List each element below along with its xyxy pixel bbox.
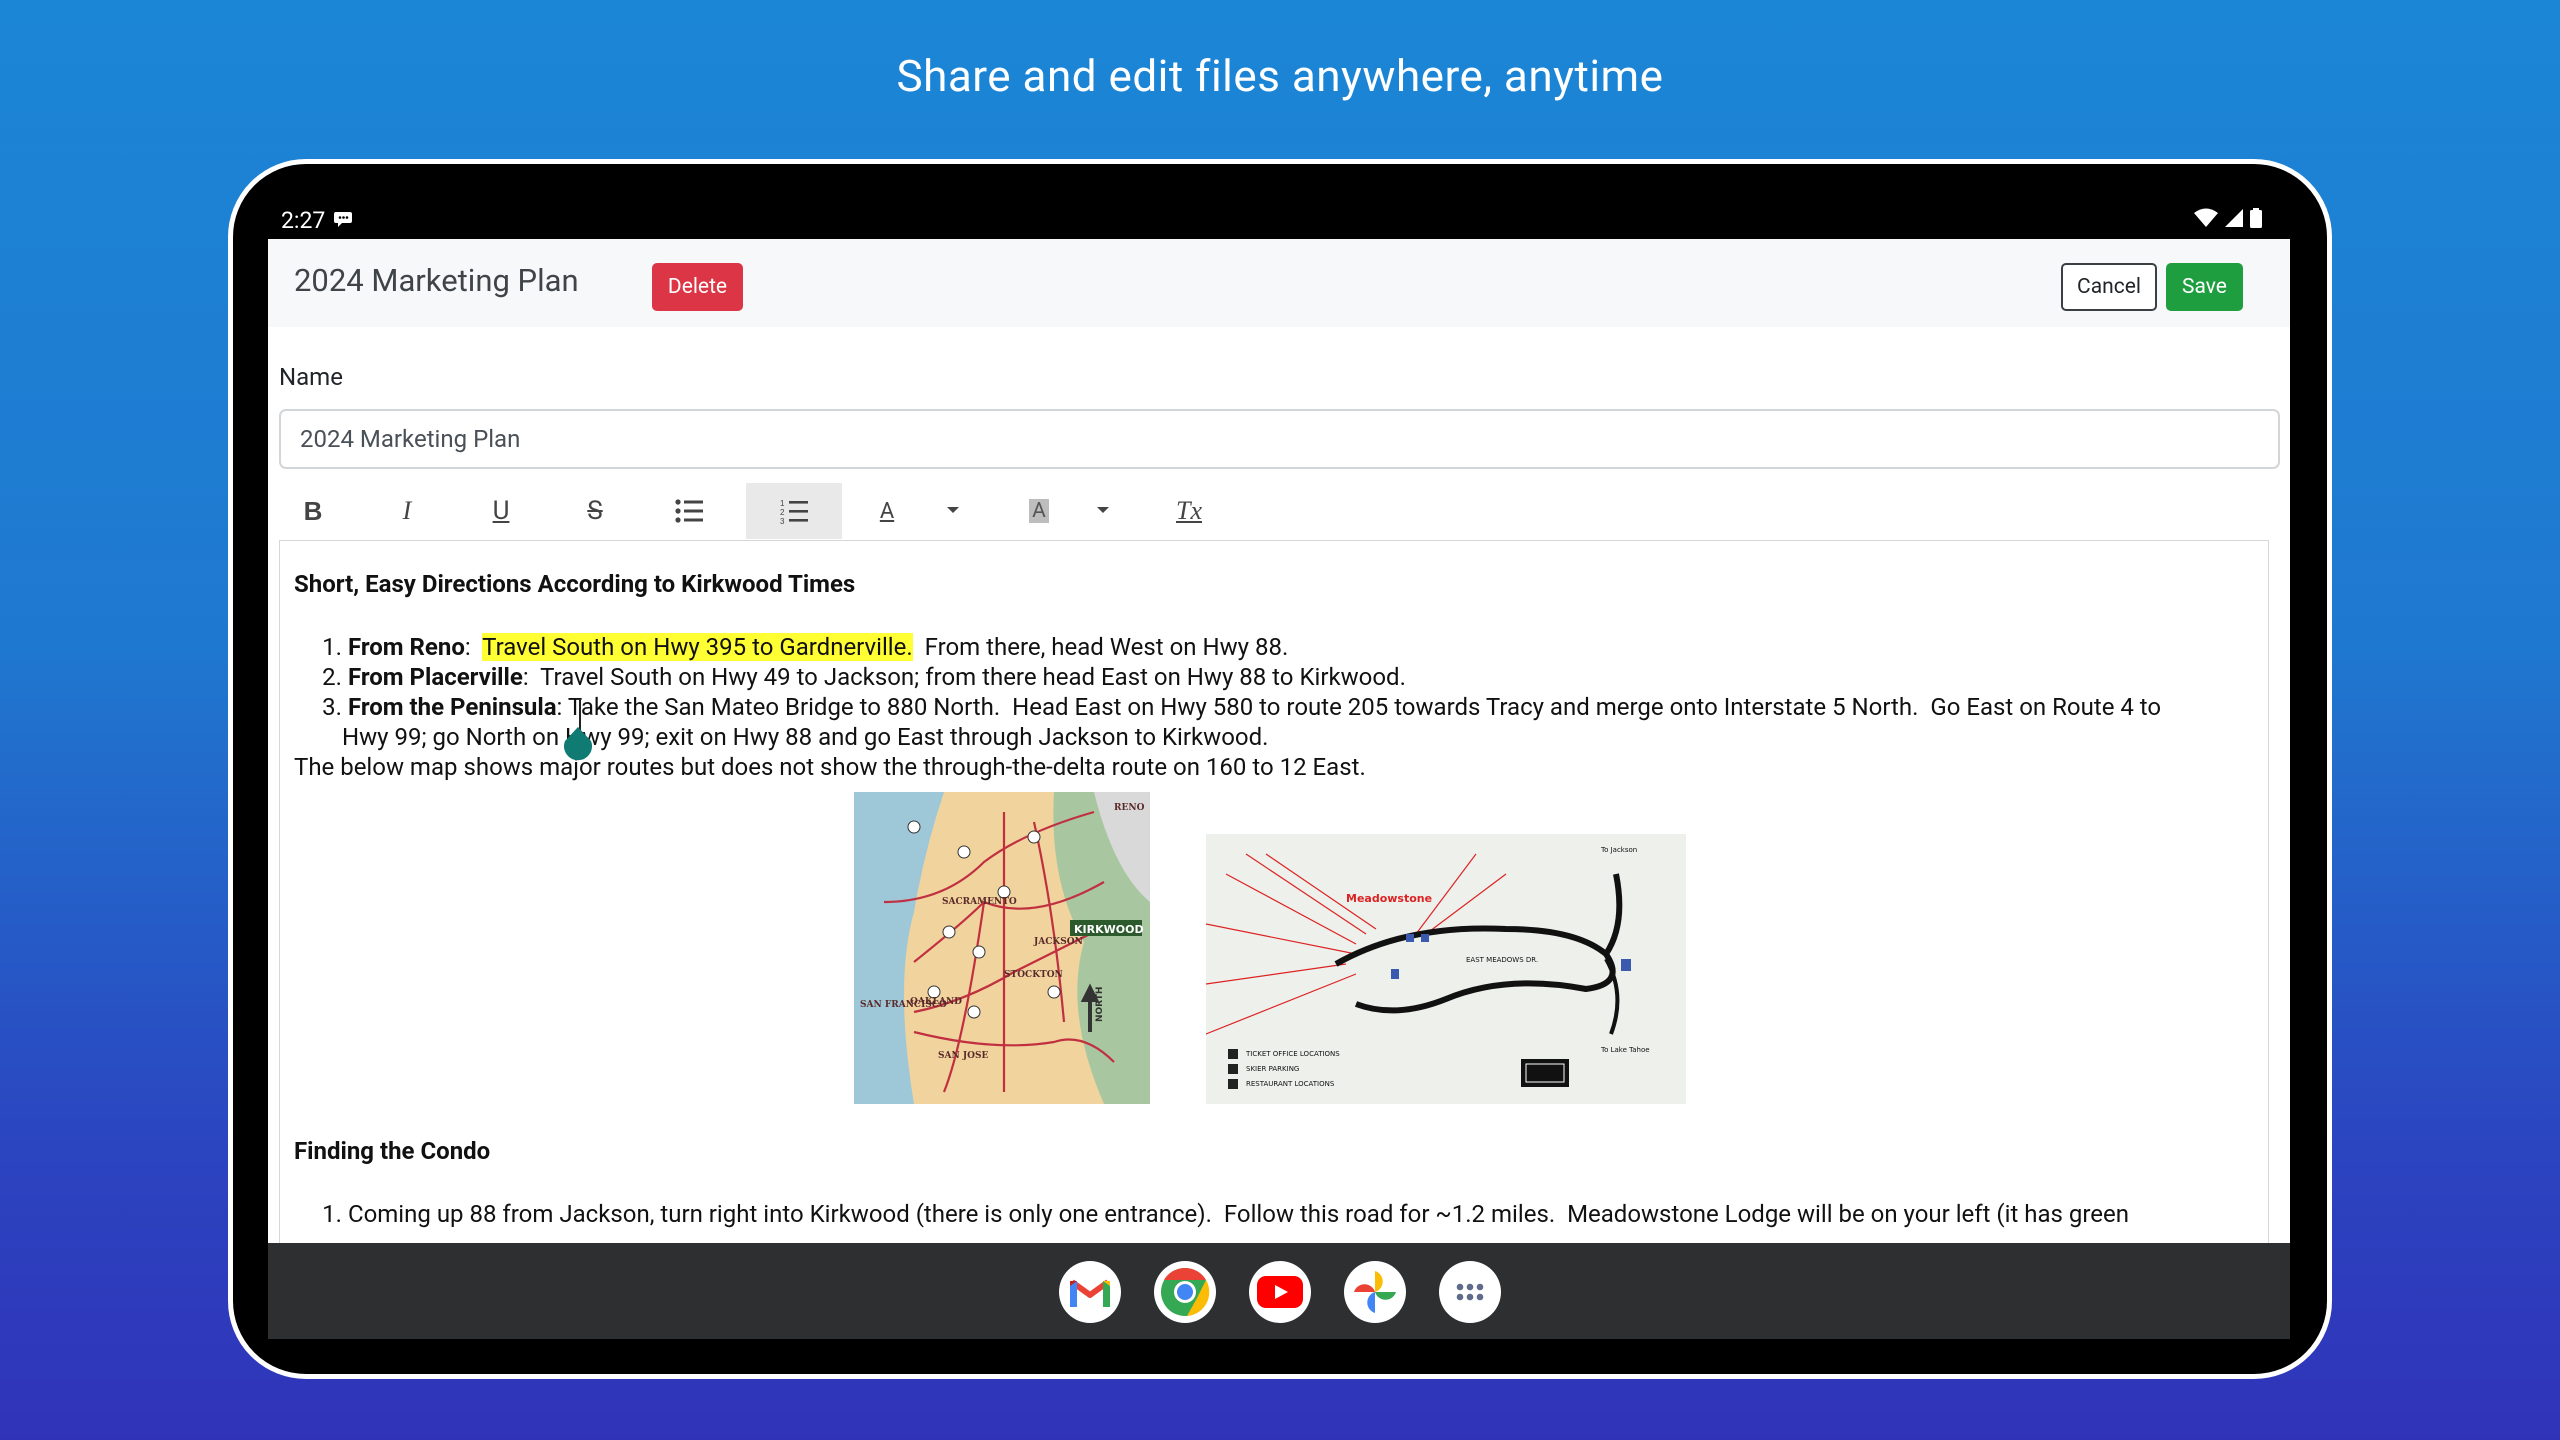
strikethrough-icon: S [587,496,603,526]
svg-text:EAST MEADOWS DR.: EAST MEADOWS DR. [1466,956,1538,964]
svg-text:SAN JOSE: SAN JOSE [938,1051,988,1061]
selection-handle-icon[interactable] [563,727,593,761]
svg-text:RESTAURANT LOCATIONS: RESTAURANT LOCATIONS [1246,1080,1335,1088]
svg-text:RENO: RENO [1114,803,1145,813]
gmail-icon [1070,1279,1110,1307]
app-drawer-button[interactable] [1439,1261,1501,1323]
list-item-continuation: Hwy 99; go North on Hwy 99; exit on Hwy … [342,723,1269,751]
numbered-list-icon: 1 2 3 [780,499,808,524]
message-icon [334,212,352,227]
photos-icon [1354,1271,1396,1313]
status-time: 2:27 [281,207,326,234]
youtube-icon [1257,1276,1303,1308]
svg-text:1: 1 [780,499,785,508]
editor-header: 2024 Marketing Plan Delete Cancel Save [268,239,2290,327]
regional-map-image: RENO SACRAMENTO JACKSON STOCKTON OAKLAND… [854,792,1150,1104]
svg-text:SAN FRANCISCO: SAN FRANCISCO [860,1000,947,1010]
bold-icon: B [303,495,323,526]
highlighted-text: Travel South on Hwy 395 to Gardnerville. [482,633,913,661]
highlight-color-button[interactable]: A [1015,483,1063,539]
bold-button[interactable]: B [289,483,337,539]
italic-icon: I [402,496,412,525]
gmail-app-icon[interactable] [1059,1261,1121,1323]
svg-text:To Lake Tahoe: To Lake Tahoe [1600,1046,1650,1054]
resort-map-image: Meadowstone To Jackson To Lake Tahoe EAS… [1206,834,1686,1104]
app-screen: 2024 Marketing Plan Delete Cancel Save N… [268,239,2290,1339]
list-item: 3. From the Peninsula: Take the San Mate… [322,693,2162,721]
signal-icon [2225,209,2243,227]
bulleted-list-icon [675,499,703,523]
name-input[interactable]: 2024 Marketing Plan [279,409,2280,469]
svg-text:To Jackson: To Jackson [1600,846,1637,854]
highlight-color-icon: A [1029,499,1049,523]
font-color-icon: A [879,498,895,524]
promo-headline: Share and edit files anywhere, anytime [896,50,1664,102]
section-heading: Short, Easy Directions According to Kirk… [294,570,856,598]
underline-button[interactable]: U [477,483,525,539]
underline-icon: U [492,496,510,526]
apps-grid-icon [1456,1283,1484,1301]
chrome-app-icon[interactable] [1154,1261,1216,1323]
name-field-label: Name [279,363,343,391]
svg-text:2: 2 [780,508,785,517]
highlight-color-dropdown[interactable] [1091,483,1115,539]
status-icons [2194,208,2262,228]
svg-text:SACRAMENTO: SACRAMENTO [942,897,1017,907]
svg-text:STOCKTON: STOCKTON [1004,970,1063,980]
wifi-icon [2194,208,2218,227]
youtube-app-icon[interactable] [1249,1261,1311,1323]
list-item: 2. From Placerville: Travel South on Hwy… [322,663,1406,691]
formatting-toolbar: B I U S 1 2 3 A A Tx [279,483,2270,539]
bulleted-list-button[interactable] [665,483,713,539]
paragraph: The below map shows major routes but doe… [294,753,1366,781]
svg-text:SKIER PARKING: SKIER PARKING [1246,1065,1299,1073]
caret-down-icon [947,507,959,513]
italic-button[interactable]: I [383,483,431,539]
cancel-button[interactable]: Cancel [2061,263,2157,311]
list-item: 1. From Reno: Travel South on Hwy 395 to… [322,633,1289,661]
svg-text:NORTH: NORTH [1095,987,1105,1022]
caret-down-icon [1097,507,1109,513]
text-caret [579,700,581,730]
list-item: 1. Coming up 88 from Jackson, turn right… [322,1200,2129,1228]
app-dock [268,1243,2290,1339]
svg-text:KIRKWOOD: KIRKWOOD [1074,923,1144,936]
svg-text:Meadowstone: Meadowstone [1346,892,1432,905]
delete-button[interactable]: Delete [652,263,743,311]
numbered-list-button[interactable]: 1 2 3 [746,483,842,539]
clear-formatting-icon: Tx [1176,496,1202,525]
font-color-button[interactable]: A [863,483,911,539]
svg-text:3: 3 [780,517,785,524]
battery-icon [2250,208,2262,228]
font-color-dropdown[interactable] [941,483,965,539]
document-title: 2024 Marketing Plan [294,262,579,299]
status-bar: 2:27 [268,204,2290,238]
chrome-icon [1161,1267,1210,1316]
section-heading: Finding the Condo [294,1137,491,1165]
strikethrough-button[interactable]: S [571,483,619,539]
svg-text:JACKSON: JACKSON [1033,937,1083,947]
clear-formatting-button[interactable]: Tx [1165,483,1213,539]
photos-app-icon[interactable] [1344,1261,1406,1323]
save-button[interactable]: Save [2166,263,2243,311]
svg-text:TICKET OFFICE LOCATIONS: TICKET OFFICE LOCATIONS [1245,1050,1340,1058]
